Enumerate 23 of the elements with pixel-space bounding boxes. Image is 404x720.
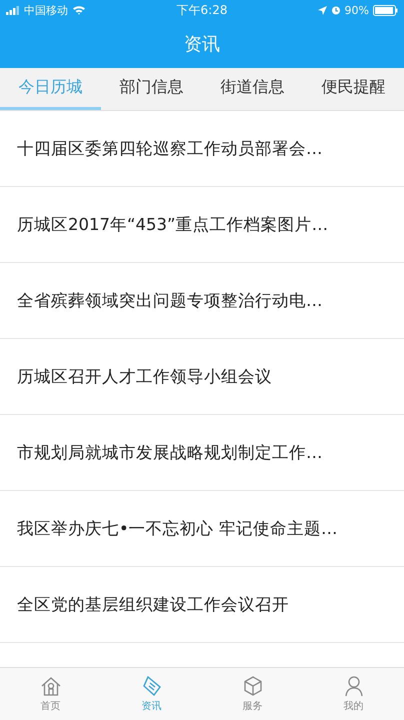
- signal-icon: [6, 6, 20, 14]
- battery-percent: 90%: [344, 4, 369, 16]
- battery-icon: [373, 4, 398, 16]
- category-tab[interactable]: 部门信息: [101, 68, 202, 110]
- house-icon: [40, 675, 62, 697]
- category-tab[interactable]: 便民提醒: [303, 68, 404, 110]
- news-item[interactable]: 全省殡葬领域突出问题专项整治行动电…: [0, 263, 404, 339]
- person-icon: [342, 675, 364, 697]
- news-item[interactable]: 我区举办庆七•一不忘初心 牢记使命主题…: [0, 491, 404, 567]
- alarm-icon: [330, 5, 341, 15]
- page-title: 资讯: [184, 33, 220, 56]
- news-item[interactable]: 历城区召开人才工作领导小组会议: [0, 339, 404, 415]
- wifi-icon: [72, 5, 86, 15]
- status-time: 下午6:28: [176, 2, 228, 18]
- news-item[interactable]: 市规划局就城市发展战略规划制定工作…: [0, 415, 404, 491]
- location-icon: [318, 6, 327, 14]
- news-item[interactable]: 全区党的基层组织建设工作会议召开: [0, 567, 404, 643]
- news-item[interactable]: 十四届区委第四轮巡察工作动员部署会…: [0, 111, 404, 187]
- news-item[interactable]: 历城区2017年“453”重点工作档案图片…: [0, 187, 404, 263]
- carrier-name: 中国移动: [24, 2, 68, 18]
- category-tab[interactable]: 街道信息: [202, 68, 303, 110]
- cube-icon: [242, 675, 264, 697]
- scroll-icon: [140, 675, 162, 697]
